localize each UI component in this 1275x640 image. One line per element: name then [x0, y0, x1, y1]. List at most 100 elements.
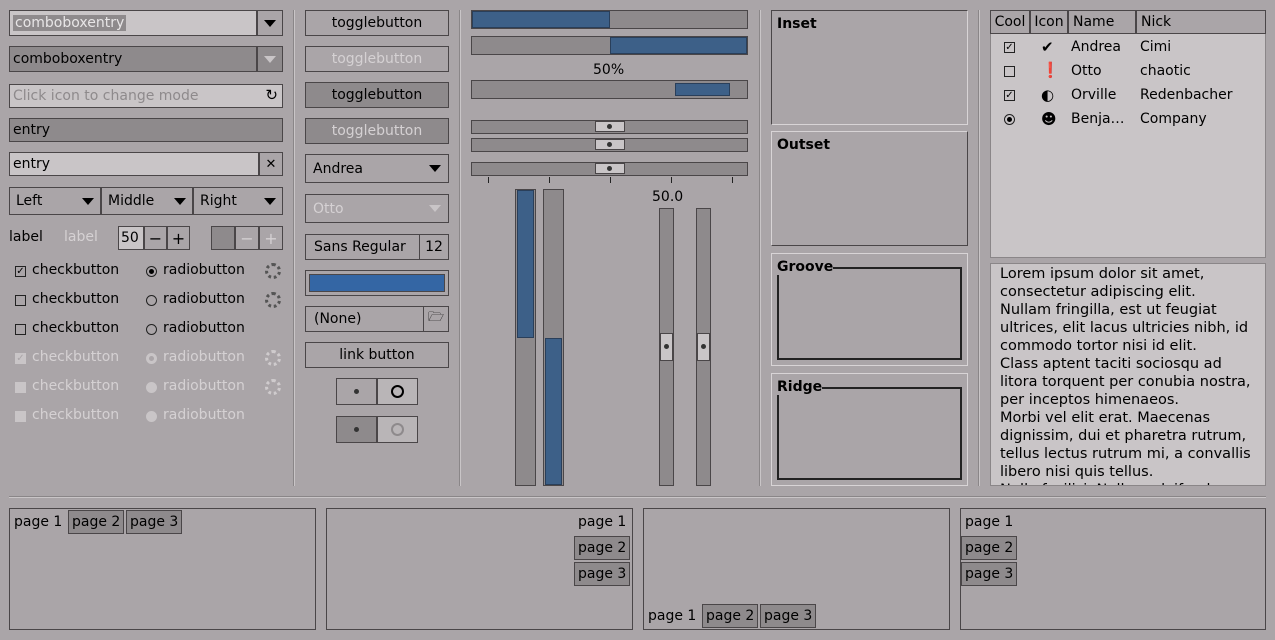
checkbox-1[interactable]: ✓: [15, 266, 26, 277]
radio-1-label: radiobutton: [163, 262, 245, 278]
segment-right-label: Right: [200, 193, 237, 209]
font-button[interactable]: Sans Regular 12: [305, 234, 449, 260]
chevron-down-icon: [264, 197, 276, 205]
combobox-entry-1[interactable]: comboboxentry: [9, 10, 257, 36]
clear-button[interactable]: ✕: [259, 152, 283, 176]
tab-label: page 2: [72, 514, 121, 530]
segment-right[interactable]: Right: [193, 187, 283, 215]
notebook-2-tab-1[interactable]: page 1: [575, 510, 629, 534]
spinner-icon: [265, 263, 281, 279]
combobox-entry-2-dropdown[interactable]: [257, 46, 283, 72]
entry-clear[interactable]: entry: [9, 152, 259, 176]
progress-fill-1: [472, 11, 610, 28]
combobox-entry-1-dropdown[interactable]: [257, 10, 283, 36]
segment-middle[interactable]: Middle: [101, 187, 193, 215]
text-view-content: Lorem ipsum dolor sit amet, consectetur …: [1000, 266, 1251, 485]
row-1-nick: Cimi: [1140, 39, 1172, 55]
checkbox-6-label: checkbutton: [32, 407, 120, 423]
switch-on-right[interactable]: [377, 416, 418, 443]
combobox-entry-2[interactable]: comboboxentry: [9, 46, 257, 72]
chevron-down-icon: [82, 197, 94, 205]
notebook-1-tab-2[interactable]: page 2: [68, 510, 125, 534]
column-header-name-label: Name: [1073, 14, 1115, 30]
warning-circle-icon: ❗: [1041, 61, 1060, 79]
notebook-4-tab-2[interactable]: page 2: [961, 536, 1018, 560]
tab-label: page 2: [706, 608, 755, 624]
link-button[interactable]: link button: [305, 342, 449, 368]
checkbox-3-label: checkbutton: [32, 320, 120, 336]
combo-andrea[interactable]: Andrea: [305, 154, 449, 183]
text-view[interactable]: Lorem ipsum dolor sit amet, consectetur …: [990, 263, 1266, 486]
togglebutton-3-label: togglebutton: [331, 87, 423, 103]
frame-ridge-outer: Ridge: [771, 373, 968, 486]
entry-dark-text: entry: [13, 122, 51, 138]
notebook-2-tab-2[interactable]: page 2: [574, 536, 631, 560]
vertical-scale-1-slider[interactable]: [660, 333, 673, 361]
row-2-name: Otto: [1071, 63, 1102, 79]
vertical-progress-fill-1: [517, 190, 534, 338]
checkbox-4-label: checkbutton: [32, 349, 120, 365]
switch-dot-icon: [354, 389, 359, 394]
radio-4-label: radiobutton: [163, 349, 245, 365]
vertical-scale-2-slider[interactable]: [697, 333, 710, 361]
notebook-1-tab-3[interactable]: page 3: [126, 510, 183, 534]
notebook-3-tab-1[interactable]: page 1: [645, 604, 699, 628]
radio-2[interactable]: [146, 295, 157, 306]
spinner-icon: [265, 350, 281, 366]
minus-icon: −: [148, 228, 163, 248]
column-header-nick[interactable]: Nick: [1136, 10, 1266, 34]
segment-left[interactable]: Left: [9, 187, 101, 215]
spin-increment[interactable]: +: [167, 226, 190, 250]
togglebutton-2-disabled: togglebutton: [305, 46, 449, 72]
togglebutton-4-label: togglebutton: [331, 123, 423, 139]
scale-1-slider[interactable]: [594, 121, 625, 132]
notebook-3-tab-2[interactable]: page 2: [702, 604, 759, 628]
notebook-4-tab-1[interactable]: page 1: [962, 510, 1016, 534]
switch-ring-icon: [391, 385, 404, 398]
spin-decrement[interactable]: −: [144, 226, 167, 250]
entry-dark[interactable]: entry: [9, 118, 283, 142]
checkbox-2[interactable]: [15, 295, 26, 306]
scale-2-slider[interactable]: [594, 139, 625, 150]
file-chooser-button[interactable]: (None) 🗁: [305, 306, 449, 332]
notebook-4-tab-3[interactable]: page 3: [961, 562, 1018, 586]
checkbox-3[interactable]: [15, 324, 26, 335]
tab-label: page 1: [965, 514, 1014, 530]
font-name: Sans Regular: [314, 239, 406, 255]
spin-entry[interactable]: 50: [118, 226, 144, 250]
switch-off-right[interactable]: [377, 378, 418, 405]
frame-groove: [777, 267, 962, 360]
column-header-icon[interactable]: Icon: [1030, 10, 1068, 34]
radio-1[interactable]: [146, 266, 157, 277]
color-swatch: [309, 274, 445, 292]
column-header-cool[interactable]: Cool: [990, 10, 1030, 34]
checkbox-5-disabled: [15, 382, 26, 393]
mode-entry[interactable]: Click icon to change mode ↻: [9, 84, 283, 108]
notebook-2-tab-3[interactable]: page 3: [574, 562, 631, 586]
radio-6-disabled: [146, 411, 157, 422]
spinner-icon: [265, 379, 281, 395]
row-2-cool-check[interactable]: [1004, 66, 1015, 77]
separator: [9, 496, 1266, 498]
radio-3[interactable]: [146, 324, 157, 335]
row-4-cool-radio[interactable]: [1004, 114, 1015, 125]
row-3-name: Orville: [1071, 87, 1117, 103]
notebook-3-tab-3[interactable]: page 3: [760, 604, 817, 628]
scale-ticks: [488, 177, 733, 183]
togglebutton-3-active[interactable]: togglebutton: [305, 82, 449, 108]
row-3-cool-check[interactable]: ✓: [1004, 90, 1015, 101]
row-1-cool-check[interactable]: ✓: [1004, 42, 1015, 53]
combo-andrea-label: Andrea: [313, 160, 363, 177]
switch-on-left[interactable]: [336, 416, 377, 443]
scale-3-slider[interactable]: [594, 163, 625, 174]
separator: [978, 10, 980, 486]
vertical-progress-1: [515, 189, 536, 486]
togglebutton-1[interactable]: togglebutton: [305, 10, 449, 36]
refresh-icon[interactable]: ↻: [265, 86, 278, 104]
frame-inset-label: Inset: [777, 16, 817, 32]
column-header-name[interactable]: Name: [1068, 10, 1136, 34]
notebook-1-tab-1[interactable]: page 1: [11, 510, 65, 534]
frame-groove-label: Groove: [777, 259, 834, 275]
switch-off-left[interactable]: [336, 378, 377, 405]
color-button[interactable]: [305, 270, 449, 296]
